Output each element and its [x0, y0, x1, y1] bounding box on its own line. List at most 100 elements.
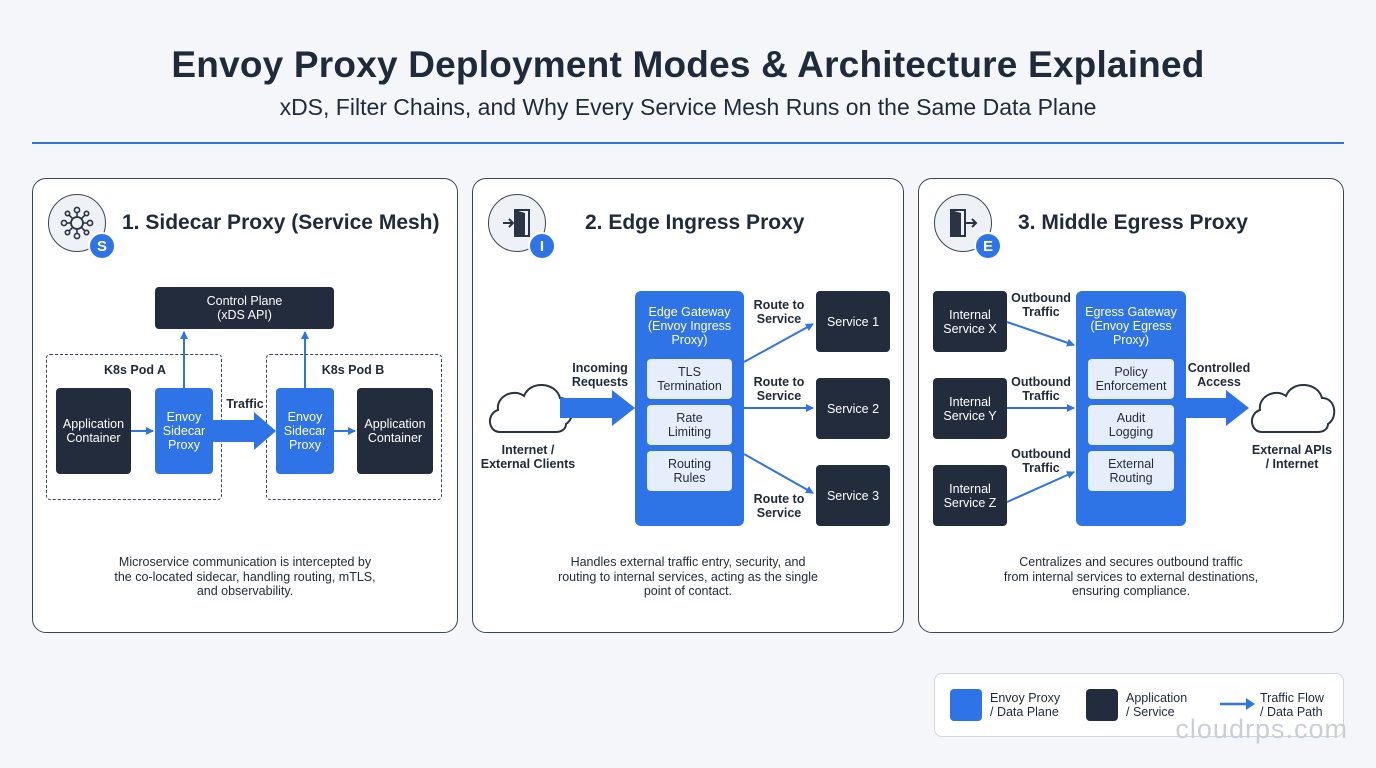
- edge-panel-title: 2. Edge Ingress Proxy: [585, 211, 805, 234]
- service-3: Service 3: [816, 465, 890, 526]
- egress-gw-line1: Egress Gateway: [1085, 305, 1177, 319]
- egress-panel-title: 3. Middle Egress Proxy: [1018, 211, 1248, 234]
- ext-apis-line2: / Internet: [1265, 457, 1319, 471]
- proxy-b-line3: Proxy: [289, 438, 321, 452]
- sidecar-description: Microservice communication is intercepte…: [52, 555, 438, 599]
- pod-a-label: K8s Pod A: [103, 363, 167, 377]
- route2-line1: Route to: [753, 375, 805, 389]
- egress-gw-line3: Proxy): [1112, 333, 1150, 347]
- edge-desc-line2: routing to internal services, acting as …: [558, 569, 818, 584]
- svc-x-line2: Service X: [943, 321, 997, 336]
- edge-gateway-title: Edge Gateway (Envoy Ingress Proxy): [635, 305, 744, 347]
- internal-service-y: Internal Service Y: [933, 378, 1007, 439]
- egress-description: Centralizes and secures outbound traffic…: [938, 555, 1324, 599]
- outbound-label-3: Outbound Traffic: [1008, 447, 1074, 475]
- legend-envoy-line1: Envoy Proxy: [990, 691, 1061, 705]
- service-1: Service 1: [816, 291, 890, 352]
- app-b-line2: Container: [367, 431, 423, 445]
- edge-gw-line3: Proxy): [671, 333, 708, 347]
- route-label-2: Route to Service: [748, 375, 810, 403]
- route3-line1: Route to: [753, 492, 805, 506]
- rate-line2: Limiting: [667, 425, 712, 439]
- svc-z-line1: Internal: [949, 481, 991, 496]
- filter-audit-logging: Audit Logging: [1088, 405, 1174, 445]
- audit-line2: Logging: [1108, 425, 1154, 439]
- controlled-line1: Controlled: [1187, 361, 1251, 375]
- proxy-b-line2: Sidecar: [283, 424, 327, 438]
- route1-line2: Service: [756, 312, 802, 326]
- out1-line2: Traffic: [1022, 305, 1060, 319]
- pod-b-label: K8s Pod B: [321, 363, 385, 377]
- out2-line1: Outbound: [1011, 375, 1071, 389]
- svc-y-line1: Internal: [949, 394, 991, 409]
- incoming-line1: Incoming: [572, 361, 628, 375]
- outbound-label-2: Outbound Traffic: [1008, 375, 1074, 403]
- control-plane-box: Control Plane (xDS API): [155, 287, 334, 329]
- egress-badge: E: [974, 232, 1002, 260]
- controlled-access-label: Controlled Access: [1186, 361, 1252, 389]
- envoy-sidecar-proxy-b: Envoy Sidecar Proxy: [276, 388, 334, 474]
- out3-line1: Outbound: [1011, 447, 1071, 461]
- incoming-requests-label: Incoming Requests: [566, 361, 634, 389]
- out3-line2: Traffic: [1022, 461, 1060, 475]
- legend-label-envoy: Envoy Proxy / Data Plane: [990, 691, 1060, 719]
- edge-badge: I: [528, 232, 556, 260]
- routing-line1: Routing: [667, 457, 712, 471]
- application-container-b: Application Container: [357, 388, 433, 474]
- filter-policy-enforcement: Policy Enforcement: [1088, 359, 1174, 399]
- sidecar-desc-line2: the co-located sidecar, handling routing…: [114, 569, 376, 584]
- network-hub-icon: [60, 206, 94, 240]
- app-a-line2: Container: [66, 431, 121, 445]
- egress-desc-line3: ensuring compliance.: [1071, 584, 1191, 598]
- egress-desc-line1: Centralizes and secures outbound traffic: [1019, 555, 1243, 569]
- legend-traffic-line1: Traffic Flow: [1260, 691, 1324, 705]
- route1-line1: Route to: [753, 298, 805, 312]
- sidecar-badge: S: [88, 232, 116, 260]
- edge-gw-line2: (Envoy Ingress: [647, 319, 732, 333]
- app-b-line1: Application: [364, 417, 426, 431]
- proxy-a-line3: Proxy: [168, 438, 200, 452]
- legend-swatch-application: [1086, 689, 1118, 721]
- outbound-label-1: Outbound Traffic: [1008, 291, 1074, 319]
- routing-line2: Rules: [673, 471, 706, 485]
- route-label-3: Route to Service: [748, 492, 810, 520]
- clients-line2: External Clients: [480, 457, 576, 471]
- header-divider: [32, 142, 1344, 144]
- legend-swatch-envoy: [950, 689, 982, 721]
- proxy-b-line1: Envoy: [287, 410, 323, 424]
- out1-line1: Outbound: [1011, 291, 1071, 305]
- internal-service-z: Internal Service Z: [933, 465, 1007, 526]
- egress-gateway-title: Egress Gateway (Envoy Egress Proxy): [1076, 305, 1186, 347]
- control-plane-line2: (xDS API): [217, 308, 272, 322]
- svc-x-line1: Internal: [949, 307, 991, 322]
- filter-external-routing: External Routing: [1088, 451, 1174, 491]
- filter-tls-termination: TLS Termination: [647, 359, 732, 399]
- legend-app-line1: Application: [1126, 691, 1188, 705]
- door-enter-icon: [503, 209, 530, 237]
- egress-gw-line2: (Envoy Egress: [1090, 319, 1172, 333]
- controlled-line2: Access: [1197, 375, 1241, 389]
- sidecar-desc-line3: and observability.: [196, 584, 294, 598]
- page-subtitle: xDS, Filter Chains, and Why Every Servic…: [279, 94, 1097, 120]
- traffic-label: Traffic: [226, 397, 264, 411]
- envoy-sidecar-proxy-a: Envoy Sidecar Proxy: [155, 388, 213, 474]
- ext-routing-line2: Routing: [1109, 471, 1153, 485]
- ext-apis-line1: External APIs: [1251, 443, 1333, 457]
- route2-line2: Service: [756, 389, 802, 403]
- legend-arrow-icon: [1220, 698, 1255, 710]
- internet-clients-label: Internet / External Clients: [472, 443, 584, 471]
- edge-desc-line1: Handles external traffic entry, security…: [570, 555, 806, 569]
- edge-description: Handles external traffic entry, security…: [494, 555, 882, 599]
- svc-y-line2: Service Y: [943, 408, 997, 423]
- application-container-a: Application Container: [56, 388, 131, 474]
- ext-routing-line1: External: [1108, 457, 1154, 471]
- incoming-line2: Requests: [571, 375, 629, 389]
- audit-line1: Audit: [1116, 411, 1146, 425]
- policy-line2: Enforcement: [1095, 379, 1167, 393]
- edge-gw-line1: Edge Gateway: [648, 305, 731, 319]
- legend-envoy-line2: / Data Plane: [990, 705, 1059, 719]
- tls-line2: Termination: [657, 379, 722, 393]
- filter-rate-limiting: Rate Limiting: [647, 405, 732, 445]
- control-plane-line1: Control Plane: [206, 294, 283, 308]
- svc-z-line2: Service Z: [943, 495, 997, 510]
